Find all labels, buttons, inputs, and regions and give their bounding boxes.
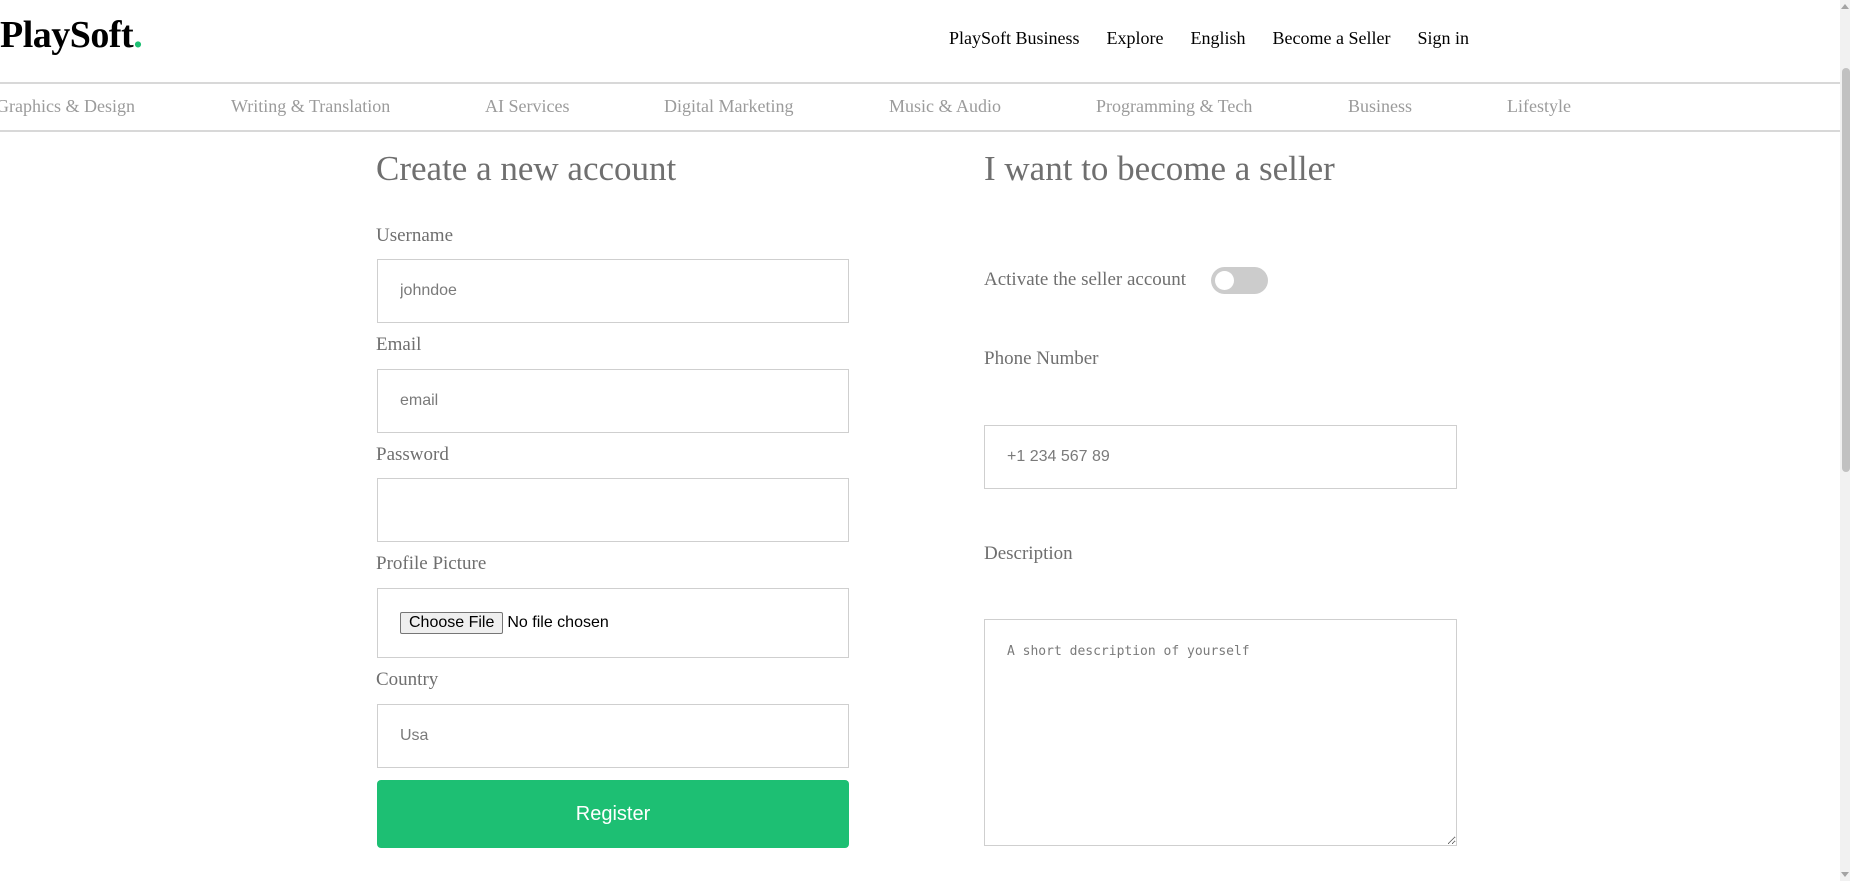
page: PlaySoft. PlaySoft Business Explore Engl…	[0, 0, 1850, 881]
activate-seller-label: Activate the seller account	[984, 269, 1187, 290]
category-music-audio[interactable]: Music & Audio	[889, 96, 1001, 117]
toggle-knob	[1215, 271, 1234, 290]
register-title: Create a new account	[376, 149, 677, 188]
nav-explore[interactable]: Explore	[1107, 28, 1164, 49]
profile-picture-label: Profile Picture	[376, 553, 487, 574]
profile-picture-input: Choose File No file chosen	[377, 588, 849, 658]
category-graphics-design[interactable]: Graphics & Design	[0, 96, 135, 117]
page-scrollbar[interactable]	[1840, 0, 1850, 881]
email-label: Email	[376, 334, 422, 355]
nav-language[interactable]: English	[1191, 28, 1246, 49]
seller-title: I want to become a seller	[984, 149, 1335, 188]
nav-playsoft-business[interactable]: PlaySoft Business	[949, 28, 1080, 49]
logo-dot: .	[133, 14, 143, 56]
password-input[interactable]	[377, 478, 849, 542]
category-programming-tech[interactable]: Programming & Tech	[1096, 96, 1252, 117]
top-nav-links: PlaySoft Business Explore English Become…	[949, 28, 1469, 49]
phone-label: Phone Number	[984, 348, 1099, 369]
country-input[interactable]	[377, 704, 849, 768]
scrollbar-thumb[interactable]	[1842, 68, 1850, 472]
country-label: Country	[376, 669, 439, 690]
logo[interactable]: PlaySoft.	[0, 14, 143, 56]
register-button[interactable]: Register	[377, 780, 849, 848]
description-textarea[interactable]	[984, 619, 1457, 846]
description-label: Description	[984, 543, 1073, 564]
nav-sign-in[interactable]: Sign in	[1417, 28, 1469, 49]
nav-become-seller[interactable]: Become a Seller	[1273, 28, 1391, 49]
scroll-up-arrow-icon[interactable]	[1841, 4, 1849, 9]
activate-seller-toggle[interactable]	[1211, 267, 1268, 294]
category-business[interactable]: Business	[1348, 96, 1412, 117]
category-writing-translation[interactable]: Writing & Translation	[231, 96, 390, 117]
logo-text: PlaySoft	[0, 14, 134, 56]
file-status-text: No file chosen	[507, 614, 609, 631]
top-navbar: PlaySoft. PlaySoft Business Explore Engl…	[0, 0, 1840, 84]
choose-file-button[interactable]: Choose File	[400, 612, 504, 634]
username-input[interactable]	[377, 259, 849, 323]
category-digital-marketing[interactable]: Digital Marketing	[664, 96, 793, 117]
category-ai-services[interactable]: AI Services	[485, 96, 569, 117]
phone-input[interactable]	[984, 425, 1457, 489]
email-input[interactable]	[377, 369, 849, 433]
category-lifestyle[interactable]: Lifestyle	[1507, 96, 1571, 117]
scroll-down-arrow-icon[interactable]	[1841, 872, 1849, 877]
username-label: Username	[376, 225, 454, 246]
category-bar: Graphics & Design Writing & Translation …	[0, 84, 1840, 132]
password-label: Password	[376, 444, 449, 465]
